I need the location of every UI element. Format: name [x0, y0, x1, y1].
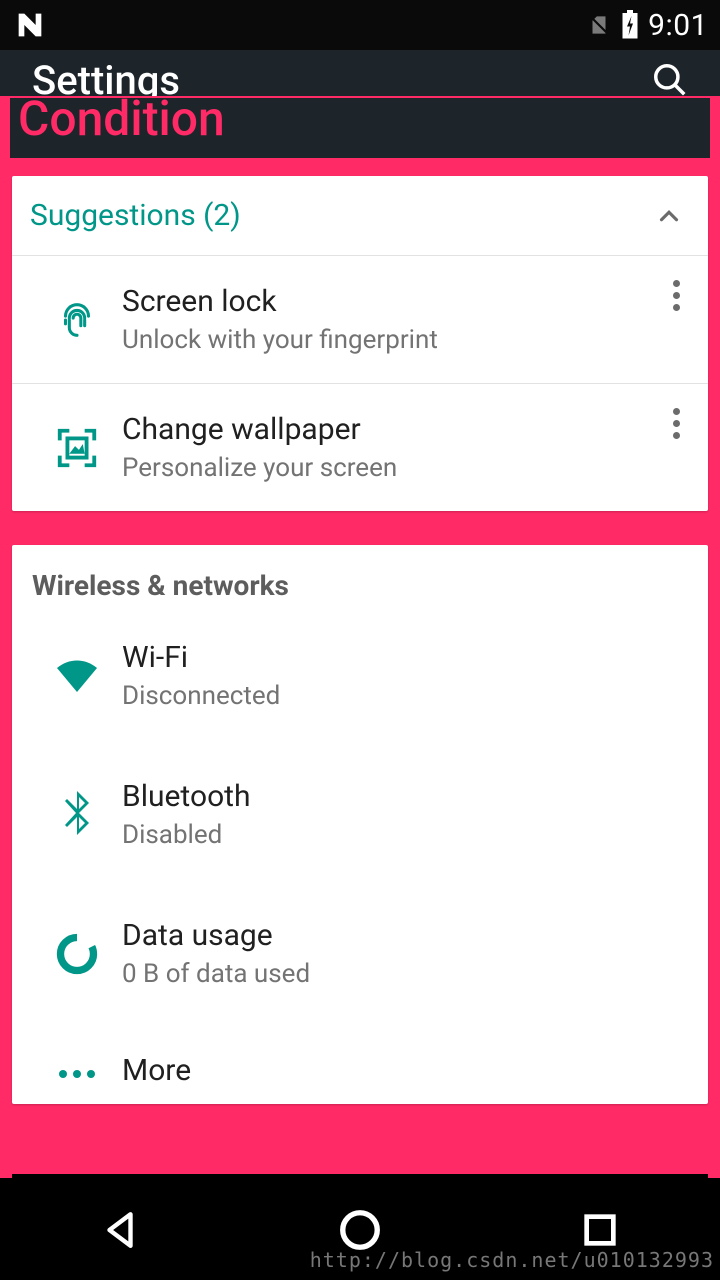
data-usage-icon: [55, 932, 99, 976]
section-header-wireless: Wireless & networks: [12, 545, 708, 606]
setting-subtitle: Disabled: [122, 820, 690, 850]
home-icon: [337, 1207, 383, 1253]
battery-charging-icon: [620, 10, 640, 40]
status-time: 9:01: [648, 8, 708, 43]
wallpaper-icon: [54, 425, 100, 471]
wifi-icon: [53, 656, 101, 696]
overlay-title: Condition: [18, 93, 225, 146]
suggestion-subtitle: Personalize your screen: [122, 453, 690, 483]
suggestions-header[interactable]: Suggestions (2): [12, 176, 708, 256]
condition-overlay: Condition Suggestions (2) Screen lock Un…: [0, 96, 720, 1178]
watermark: http://blog.csdn.net/u010132993: [310, 1248, 714, 1272]
suggestion-subtitle: Unlock with your fingerprint: [122, 325, 690, 355]
setting-subtitle: 0 B of data used: [122, 959, 690, 989]
setting-title: Bluetooth: [122, 779, 690, 814]
setting-more[interactable]: More: [12, 1023, 708, 1104]
bluetooth-icon: [59, 791, 95, 839]
status-bar: 9:01: [0, 0, 720, 50]
android-n-icon: [12, 7, 48, 43]
fingerprint-icon: [54, 297, 100, 343]
nav-back-button[interactable]: [60, 1195, 180, 1265]
setting-title: Data usage: [122, 918, 690, 953]
overflow-menu-button[interactable]: [667, 402, 686, 445]
setting-title: More: [122, 1053, 690, 1088]
suggestion-screen-lock[interactable]: Screen lock Unlock with your fingerprint: [12, 256, 708, 384]
recents-icon: [580, 1210, 620, 1250]
suggestion-title: Change wallpaper: [122, 412, 690, 447]
suggestion-title: Screen lock: [122, 284, 690, 319]
wireless-networks-card: Wireless & networks Wi-Fi Disconnected B…: [12, 545, 708, 1104]
suggestions-card: Suggestions (2) Screen lock Unlock with …: [12, 176, 708, 511]
overlay-header: Condition: [10, 98, 710, 158]
suggestion-change-wallpaper[interactable]: Change wallpaper Personalize your screen: [12, 384, 708, 511]
setting-data-usage[interactable]: Data usage 0 B of data used: [12, 884, 708, 1023]
setting-title: Wi-Fi: [122, 640, 690, 675]
chevron-up-icon: [654, 201, 684, 231]
no-sim-icon: [586, 12, 612, 38]
overflow-menu-button[interactable]: [667, 274, 686, 317]
setting-wifi[interactable]: Wi-Fi Disconnected: [12, 606, 708, 745]
setting-bluetooth[interactable]: Bluetooth Disabled: [12, 745, 708, 884]
back-icon: [99, 1209, 141, 1251]
setting-subtitle: Disconnected: [122, 681, 690, 711]
search-icon: [651, 61, 689, 99]
more-icon: [55, 1067, 99, 1081]
suggestions-title: Suggestions (2): [30, 198, 241, 233]
